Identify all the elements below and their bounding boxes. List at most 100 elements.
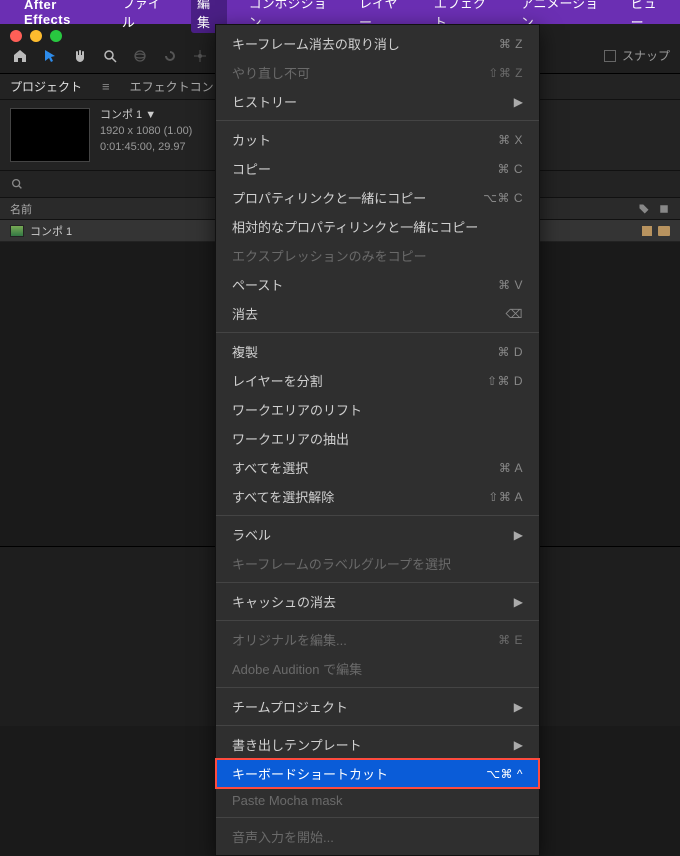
menu-item: オリジナルを編集...⌘ E [216,625,539,654]
submenu-arrow-icon: ▶ [514,595,523,609]
menu-item-label: ワークエリアのリフト [232,400,362,419]
edit-menu-dropdown: キーフレーム消去の取り消し ⌘ Z やり直し不可 ⇧⌘ Z ヒストリー ▶ カット ⌘ X コピ… [215,24,540,856]
menu-divider [216,620,539,621]
menu-item-label: キーフレーム消去の取り消し [232,34,400,53]
menu-item[interactable]: ペースト⌘ V [216,270,539,299]
menu-item-label: すべてを選択 [232,458,308,477]
app-name[interactable]: After Effects [24,0,100,27]
menu-item-shortcut: ⇧⌘ A [488,490,523,504]
menu-item-label: カット [232,130,271,149]
menu-item-label: キーボードショートカット [232,764,388,783]
menu-item-label: 書き出しテンプレート [232,735,362,754]
anchor-tool-icon[interactable] [190,46,210,66]
menu-item: 音声入力を開始... [216,822,539,851]
menu-item: エクスプレッションのみをコピー [216,241,539,270]
menu-item[interactable]: ワークエリアの抽出 [216,424,539,453]
menu-item-shortcut: ⌥⌘ ^ [486,767,523,781]
menu-item[interactable]: 書き出しテンプレート ▶ [216,730,539,759]
menu-item-shortcut: ⇧⌘ Z [488,66,523,80]
snap-checkbox[interactable] [604,50,616,62]
menu-item-label: ワークエリアの抽出 [232,429,349,448]
tab-project[interactable]: プロジェクト [10,78,82,95]
composition-metadata: コンポ 1 ▼ 1920 x 1080 (1.00) 0:01:45:00, 2… [100,108,192,156]
menu-item-label: レイヤーを分割 [232,371,323,390]
menu-item-shortcut: ⌘ Z [499,37,523,51]
submenu-arrow-icon: ▶ [514,738,523,752]
menu-item-shortcut: ⌘ E [498,633,523,647]
zoom-window-button[interactable] [50,30,62,42]
menu-item-shortcut: ⌘ X [498,133,523,147]
menu-item-label: キーフレームのラベルグループを選択 [232,554,451,573]
menu-item-label: やり直し不可 [232,63,310,82]
minimize-window-button[interactable] [30,30,42,42]
menu-item-label: Adobe Audition で編集 [232,659,362,678]
menu-item[interactable]: すべてを選択 ⌘ A [216,453,539,482]
menu-divider [216,582,539,583]
submenu-arrow-icon: ▶ [514,528,523,542]
menu-item[interactable]: キャッシュの消去 ▶ [216,587,539,616]
menu-item[interactable]: チームプロジェクト ▶ [216,692,539,721]
menu-item[interactable]: カット ⌘ X [216,125,539,154]
menu-item-label: エクスプレッションのみをコピー [232,246,427,265]
menu-item[interactable]: ワークエリアのリフト [216,395,539,424]
comp-dimensions: 1920 x 1080 (1.00) [100,124,192,140]
menu-ファイル[interactable]: ファイル [116,0,175,33]
menu-item: Paste Mocha mask [216,788,539,813]
menu-item-shortcut: ⌥⌘ C [483,191,523,205]
menu-item-label: 相対的なプロパティリンクと一緒にコピー [232,217,478,236]
menu-item-shortcut: ⌫ [506,307,523,321]
menu-item[interactable]: すべてを選択解除 ⇧⌘ A [216,482,539,511]
menu-item[interactable]: キーフレーム消去の取り消し ⌘ Z [216,29,539,58]
menu-item[interactable]: 相対的なプロパティリンクと一緒にコピー [216,212,539,241]
close-window-button[interactable] [10,30,22,42]
menu-item[interactable]: 複製 ⌘ D [216,337,539,366]
menu-item[interactable]: レイヤーを分割⇧⌘ D [216,366,539,395]
menu-divider [216,687,539,688]
tag-icon[interactable] [638,203,650,215]
panel-menu-icon[interactable]: ≡ [102,79,110,94]
system-menubar: After Effects ファイル編集コンポジションレイヤーエフェクトアニメー… [0,0,680,24]
menu-item-label: ラベル [232,525,271,544]
type-icon[interactable] [658,203,670,215]
label-swatch[interactable] [642,226,652,236]
menu-item-label: Paste Mocha mask [232,793,343,808]
menu-item-label: ヒストリー [232,92,297,111]
menu-item-label: 消去 [232,304,258,323]
menu-item[interactable]: プロパティリンクと一緒にコピー⌥⌘ C [216,183,539,212]
menu-item[interactable]: 消去 ⌫ [216,299,539,328]
composition-icon [10,225,24,237]
home-icon[interactable] [10,46,30,66]
submenu-arrow-icon: ▶ [514,95,523,109]
snap-label: スナップ [622,47,670,64]
comp-name: コンポ 1 [100,109,142,121]
menu-item-label: キャッシュの消去 [232,592,336,611]
submenu-arrow-icon: ▶ [514,700,523,714]
menu-item: キーフレームのラベルグループを選択 [216,549,539,578]
orbit-tool-icon[interactable] [130,46,150,66]
menu-item-shortcut: ⌘ C [498,162,524,176]
menu-item[interactable]: ヒストリー ▶ [216,87,539,116]
hand-tool-icon[interactable] [70,46,90,66]
composition-thumbnail[interactable] [10,108,90,162]
menu-item-label: コピー [232,159,271,178]
zoom-tool-icon[interactable] [100,46,120,66]
rotate-tool-icon[interactable] [160,46,180,66]
menu-item[interactable]: コピー ⌘ C [216,154,539,183]
menu-divider [216,515,539,516]
menu-item[interactable]: キーボードショートカット ⌥⌘ ^ [216,759,539,788]
menu-item[interactable]: ラベル ▶ [216,520,539,549]
tab-effects[interactable]: エフェクトコン [130,78,214,95]
menu-item-label: すべてを選択解除 [232,487,334,506]
selection-tool-icon[interactable] [40,46,60,66]
menu-item-shortcut: ⌘ D [498,345,524,359]
menu-divider [216,817,539,818]
comp-duration: 0:01:45:00, 29.97 [100,140,192,156]
menu-item-label: 複製 [232,342,258,361]
menu-item-label: チームプロジェクト [232,697,348,716]
menu-item-shortcut: ⌘ A [499,461,523,475]
menu-item-label: ペースト [232,275,283,294]
menu-divider [216,120,539,121]
menu-item-label: 音声入力を開始... [232,827,334,846]
menu-ビュー[interactable]: ビュー [625,0,672,33]
folder-icon [658,226,670,236]
